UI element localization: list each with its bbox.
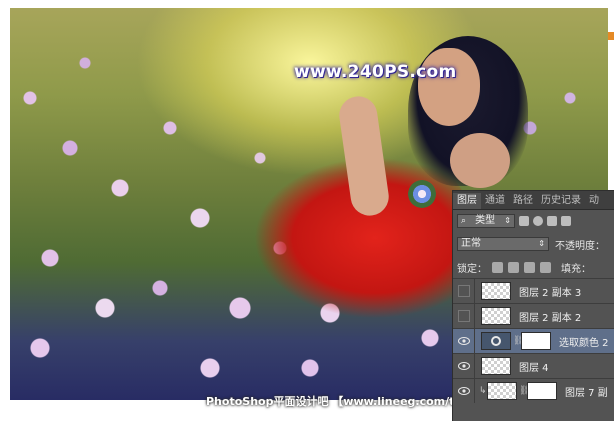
- layer-mask-thumbnail[interactable]: [527, 382, 557, 400]
- flower-brooch: [408, 180, 436, 208]
- tab-layers[interactable]: 图层: [453, 193, 481, 209]
- tab-channels[interactable]: 通道: [481, 193, 509, 209]
- fill-label: 填充：: [561, 263, 591, 275]
- layer-thumbnail: [481, 307, 511, 325]
- layer-row[interactable]: ↳ ⛓ 图层 7 副: [453, 378, 614, 403]
- image-filter-icon[interactable]: [519, 216, 529, 226]
- lock-position-icon[interactable]: [524, 261, 535, 273]
- model-face: [418, 48, 480, 126]
- eye-icon: [457, 337, 470, 345]
- eye-icon: [457, 387, 470, 395]
- layer-row-selected[interactable]: ⛓ 选取颜色 2: [453, 328, 614, 353]
- blend-mode-label: 正常: [461, 238, 481, 249]
- visibility-toggle[interactable]: [453, 304, 475, 328]
- layer-row[interactable]: 图层 4: [453, 353, 614, 378]
- visibility-toggle[interactable]: [453, 354, 475, 378]
- filter-kind-label: 类型: [475, 215, 496, 226]
- adjustment-filter-icon[interactable]: [533, 216, 543, 226]
- blend-row: 正常 ⇕ 不透明度：: [453, 234, 614, 254]
- blend-mode-select[interactable]: 正常 ⇕: [457, 237, 549, 251]
- layer-name: 图层 2 副本 3: [519, 287, 582, 299]
- opacity-label: 不透明度：: [555, 240, 605, 252]
- type-filter-icon[interactable]: [547, 216, 557, 226]
- layer-thumbnail: [481, 282, 511, 300]
- layers-panel: 图层 通道 路径 历史记录 动 ⌕ 类型 ⇕ 正常 ⇕ 不透明度： 锁定： 填充…: [452, 190, 614, 421]
- filter-kind-select[interactable]: ⌕ 类型 ⇕: [457, 214, 515, 228]
- lock-transparent-icon[interactable]: [492, 261, 503, 273]
- hidden-box-icon: [457, 285, 470, 297]
- hidden-box-icon: [457, 310, 470, 322]
- layer-thumbnail: [487, 382, 517, 400]
- tab-history[interactable]: 历史记录: [537, 193, 585, 209]
- tab-paths[interactable]: 路径: [509, 193, 537, 209]
- chevron-down-icon: ⇕: [504, 216, 511, 225]
- scroll-marker: [608, 32, 614, 40]
- watermark-text: www.240PS.com: [294, 62, 457, 82]
- filter-row: ⌕ 类型 ⇕: [453, 211, 614, 231]
- panel-tabs: 图层 通道 路径 历史记录 动: [453, 191, 614, 210]
- clip-arrow-icon: ↳: [479, 386, 487, 396]
- link-icon: ⛓: [519, 386, 531, 396]
- layer-list: 图层 2 副本 3 图层 2 副本 2 ⛓ 选取颜色 2 图层 4 ↳ ⛓ 图层…: [453, 278, 614, 403]
- tab-actions[interactable]: 动: [585, 193, 603, 209]
- shape-filter-icon[interactable]: [561, 216, 571, 226]
- layer-name: 选取颜色 2: [559, 337, 609, 349]
- link-icon: ⛓: [513, 336, 525, 346]
- layer-name: 图层 4: [519, 362, 549, 374]
- layer-row[interactable]: 图层 2 副本 2: [453, 303, 614, 328]
- layer-name: 图层 2 副本 2: [519, 312, 582, 324]
- layer-row[interactable]: 图层 2 副本 3: [453, 278, 614, 303]
- chevron-down-icon: ⇕: [538, 239, 545, 248]
- layer-thumbnail: [481, 357, 511, 375]
- visibility-toggle[interactable]: [453, 329, 475, 353]
- layer-name: 图层 7 副: [565, 387, 608, 399]
- lock-label: 锁定：: [457, 263, 487, 275]
- lock-all-icon[interactable]: [540, 261, 551, 273]
- adjustment-layer-thumbnail: [481, 332, 511, 350]
- lock-image-icon[interactable]: [508, 261, 519, 273]
- search-icon: ⌕: [461, 216, 467, 226]
- model-shoulder: [450, 133, 510, 188]
- lock-row: 锁定： 填充：: [453, 257, 614, 277]
- visibility-toggle[interactable]: [453, 279, 475, 303]
- layer-mask-thumbnail[interactable]: [521, 332, 551, 350]
- eye-icon: [457, 362, 470, 370]
- visibility-toggle[interactable]: [453, 379, 475, 403]
